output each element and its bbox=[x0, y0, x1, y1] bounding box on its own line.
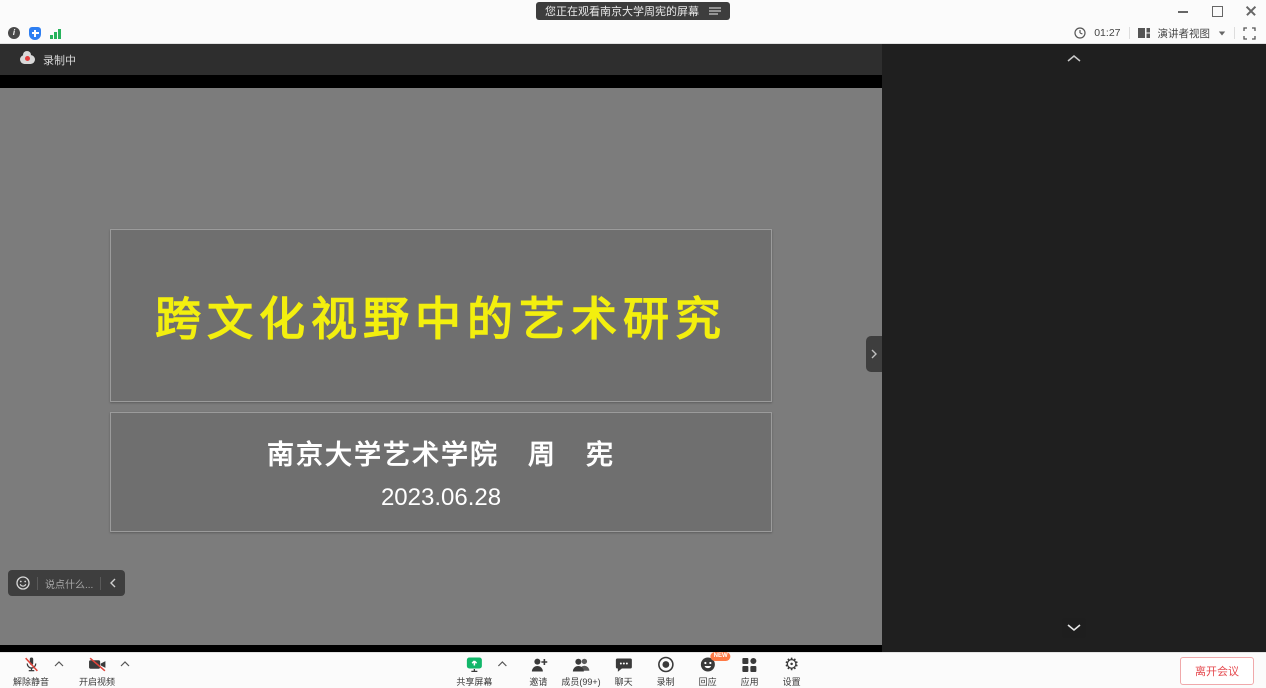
window-titlebar: 您正在观看南京大学周宪的屏幕 bbox=[0, 0, 1266, 22]
topbar-right: 01:27 演讲者视图 bbox=[1074, 22, 1256, 44]
members-icon bbox=[571, 655, 591, 674]
reactions-button[interactable]: NEW 回应 bbox=[689, 655, 727, 688]
unmute-label: 解除静音 bbox=[13, 675, 49, 688]
slide-subtitle-box: 南京大学艺术学院 周 宪 2023.06.28 bbox=[110, 412, 772, 532]
info-icon[interactable]: i bbox=[8, 27, 20, 39]
apps-label: 应用 bbox=[741, 675, 759, 688]
meeting-topbar: i 01:27 演讲者视图 bbox=[0, 22, 1266, 44]
clock-icon bbox=[1074, 27, 1086, 39]
record-label: 录制 bbox=[657, 675, 675, 688]
new-badge: NEW bbox=[711, 652, 731, 661]
scroll-down-icon[interactable] bbox=[1062, 618, 1086, 638]
mic-options-caret-icon[interactable] bbox=[54, 661, 64, 667]
members-button[interactable]: 成员(99+) bbox=[561, 655, 600, 688]
camera-off-icon bbox=[88, 655, 107, 674]
recording-strip: 录制中 bbox=[0, 44, 882, 75]
emoji-icon[interactable] bbox=[16, 576, 30, 590]
scroll-up-icon[interactable] bbox=[1066, 50, 1082, 68]
toolbar-center-group: 共享屏幕 邀请 bbox=[455, 655, 810, 688]
window-controls bbox=[1176, 0, 1258, 22]
layout-icon bbox=[1138, 27, 1150, 39]
reactions-label: 回应 bbox=[699, 675, 717, 688]
video-options-caret-icon[interactable] bbox=[120, 661, 130, 667]
apps-button[interactable]: 应用 bbox=[731, 655, 769, 688]
cloud-recording-icon bbox=[20, 55, 35, 64]
divider bbox=[1234, 27, 1235, 39]
invite-button[interactable]: 邀请 bbox=[519, 655, 557, 688]
leave-meeting-button[interactable]: 离开会议 bbox=[1180, 657, 1254, 685]
share-screen-icon bbox=[465, 655, 483, 674]
watching-screen-pill: 您正在观看南京大学周宪的屏幕 bbox=[536, 2, 730, 20]
apps-grid-icon bbox=[742, 655, 758, 674]
presentation-slide: 跨文化视野中的艺术研究 南京大学艺术学院 周 宪 2023.06.28 bbox=[0, 88, 882, 645]
chat-placeholder[interactable]: 说点什么... bbox=[45, 576, 93, 591]
mic-muted-icon bbox=[23, 655, 40, 674]
meeting-window: 您正在观看南京大学周宪的屏幕 i bbox=[0, 0, 1266, 688]
maximize-icon[interactable] bbox=[1210, 4, 1224, 18]
chat-bubble-icon bbox=[615, 655, 632, 674]
slide-title: 跨文化视野中的艺术研究 bbox=[155, 283, 727, 349]
slide-author: 南京大学艺术学院 周 宪 bbox=[111, 433, 771, 472]
meeting-timer: 01:27 bbox=[1094, 27, 1120, 39]
minimize-icon[interactable] bbox=[1176, 4, 1190, 18]
record-button[interactable]: 录制 bbox=[647, 655, 685, 688]
slide-title-box: 跨文化视野中的艺术研究 bbox=[110, 229, 772, 402]
shared-screen-area: 录制中 跨文化视野中的艺术研究 南京大学艺术学院 周 宪 2023.06.28 … bbox=[0, 44, 882, 652]
recording-label: 录制中 bbox=[43, 52, 76, 68]
divider bbox=[100, 577, 101, 590]
fullscreen-icon[interactable] bbox=[1243, 27, 1256, 40]
share-screen-button[interactable]: 共享屏幕 bbox=[455, 655, 493, 688]
invite-label: 邀请 bbox=[529, 675, 547, 688]
collapse-chat-icon[interactable] bbox=[108, 577, 117, 589]
record-icon bbox=[657, 655, 674, 674]
bottom-toolbar: 解除静音 开启视频 bbox=[0, 652, 1266, 688]
chevron-right-icon bbox=[870, 348, 878, 360]
slide-date: 2023.06.28 bbox=[111, 484, 771, 512]
security-shield-icon[interactable] bbox=[29, 27, 41, 40]
divider bbox=[1129, 27, 1130, 39]
watching-screen-text: 您正在观看南京大学周宪的屏幕 bbox=[545, 3, 699, 19]
settings-label: 设置 bbox=[783, 675, 801, 688]
start-video-button[interactable]: 开启视频 bbox=[78, 655, 116, 688]
sidebar-expand-handle[interactable] bbox=[866, 336, 882, 372]
divider bbox=[37, 577, 38, 590]
share-options-caret-icon[interactable] bbox=[497, 661, 507, 667]
view-mode-caret-icon[interactable] bbox=[1219, 31, 1225, 35]
unmute-button[interactable]: 解除静音 bbox=[12, 655, 50, 688]
members-label: 成员(99+) bbox=[561, 675, 600, 688]
start-video-label: 开启视频 bbox=[79, 675, 115, 688]
participants-sidebar bbox=[882, 44, 1266, 652]
toolbar-left-group: 解除静音 开启视频 bbox=[12, 655, 130, 688]
close-icon[interactable] bbox=[1244, 4, 1258, 18]
quick-chat-input[interactable]: 说点什么... bbox=[8, 570, 125, 596]
topbar-status-icons: i bbox=[8, 22, 61, 44]
settings-gear-icon: ⚙ bbox=[784, 655, 799, 674]
share-screen-label: 共享屏幕 bbox=[456, 675, 492, 688]
network-signal-icon bbox=[50, 28, 61, 39]
settings-button[interactable]: ⚙ 设置 bbox=[773, 655, 811, 688]
invite-person-icon bbox=[530, 655, 547, 674]
menu-icon[interactable] bbox=[709, 6, 721, 16]
chat-label: 聊天 bbox=[615, 675, 633, 688]
view-mode-label[interactable]: 演讲者视图 bbox=[1158, 26, 1211, 41]
chat-button[interactable]: 聊天 bbox=[605, 655, 643, 688]
